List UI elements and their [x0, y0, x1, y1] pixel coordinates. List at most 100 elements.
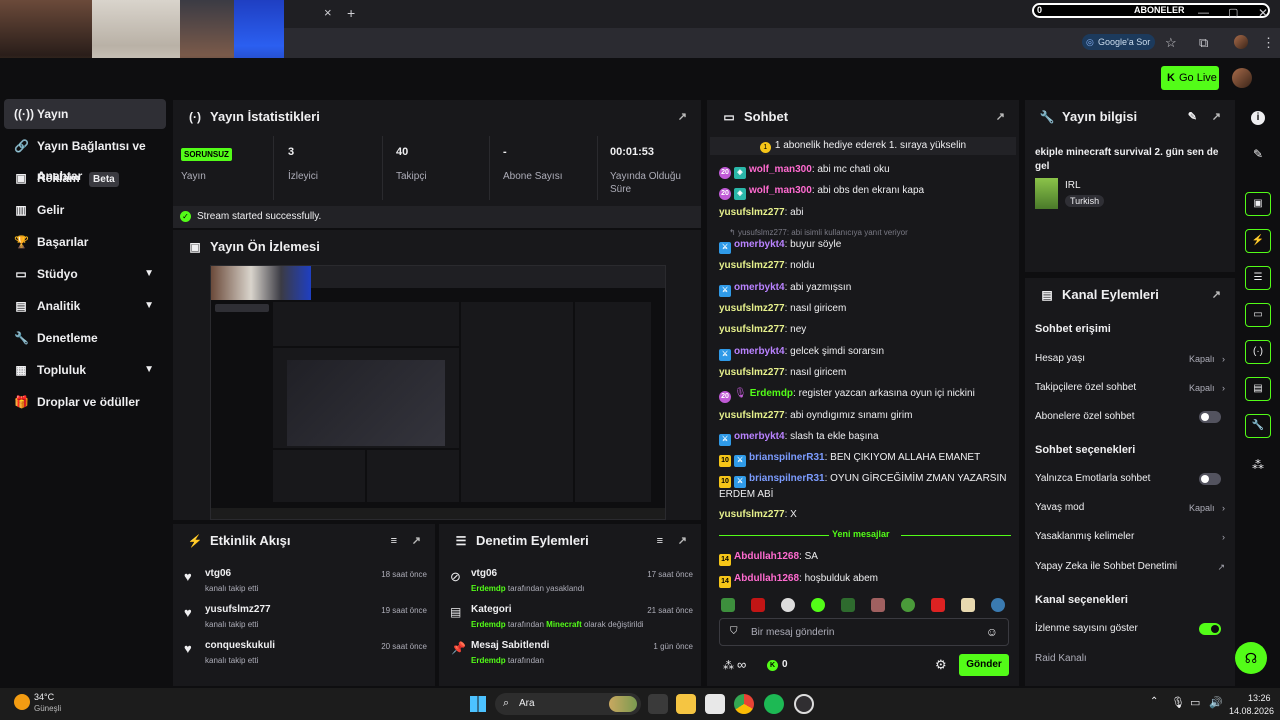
chat-settings-gear-icon[interactable]: ⚙ [935, 657, 947, 673]
obs-icon[interactable] [794, 694, 814, 714]
moderator-name[interactable]: Erdemdp [471, 584, 506, 593]
moderator-name[interactable]: Erdemdp [471, 656, 506, 665]
tab-close-icon[interactable]: × [324, 5, 332, 21]
chat-username[interactable]: yusufslmz277 [719, 207, 785, 218]
emote-icon[interactable] [961, 598, 975, 612]
monitor-icon[interactable]: ▭ [1190, 696, 1200, 709]
chat-username[interactable]: Erdemdp [750, 388, 793, 399]
extensions-icon[interactable]: ⧉ [1199, 35, 1208, 51]
chat-username[interactable]: yusufslmz277 [719, 324, 785, 335]
rail-chat-button[interactable]: ▭ [1245, 303, 1271, 327]
popout-icon[interactable]: ↗ [996, 100, 1005, 134]
emotes-only-toggle[interactable] [1199, 473, 1221, 485]
rail-tools-button[interactable]: 🔧 [1245, 414, 1271, 438]
sidebar-item-studio[interactable]: ▭ Stüdyo ▼ [4, 259, 166, 289]
file-explorer-icon[interactable] [676, 694, 696, 714]
subs-only-toggle[interactable] [1199, 411, 1221, 423]
sidebar-item-drops[interactable]: 🎁 Droplar ve ödüller [4, 387, 166, 417]
browser-menu-icon[interactable]: ⋮ [1262, 35, 1275, 51]
rail-stats-button[interactable]: (·) [1245, 340, 1271, 364]
support-button[interactable]: ☊ [1235, 642, 1267, 674]
activity-user[interactable]: yusufslmz277 [205, 604, 271, 615]
slow-mode-row[interactable]: Yavaş mod Kapalı › [1035, 501, 1225, 515]
filter-icon[interactable]: ≡ [391, 524, 397, 558]
show-viewers-toggle[interactable] [1199, 623, 1221, 635]
chat-username[interactable]: yusufslmz277 [719, 410, 785, 421]
new-tab-icon[interactable]: + [347, 5, 355, 21]
preview-video[interactable] [210, 265, 666, 520]
moderator-name[interactable]: Erdemdp [471, 620, 506, 629]
edit-pencil-icon[interactable]: ✎ [1188, 100, 1197, 134]
chrome-icon[interactable] [734, 694, 754, 714]
sidebar-item-analytics[interactable]: ▤ Analitik ▼ [4, 291, 166, 321]
activity-user[interactable]: vtg06 [205, 568, 231, 579]
emote-icon[interactable] [721, 598, 735, 612]
popout-icon[interactable]: ↗ [1212, 278, 1221, 312]
chat-username[interactable]: omerbykt4 [734, 346, 785, 357]
popout-icon[interactable]: ↗ [412, 524, 421, 558]
minimize-icon[interactable]: — [1198, 5, 1209, 21]
activity-user[interactable]: conqueskukuli [205, 640, 275, 651]
info-icon[interactable]: i [1251, 111, 1265, 125]
ask-google-button[interactable]: ◎ Google'a Sor [1082, 34, 1155, 50]
task-view-icon[interactable] [648, 694, 668, 714]
weather-widget[interactable]: 34°C Güneşli [14, 692, 74, 716]
go-live-button[interactable]: K Go Live [1161, 66, 1219, 90]
sidebar-item-community[interactable]: ▦ Topluluk ▼ [4, 355, 166, 385]
chat-username[interactable]: omerbykt4 [734, 431, 785, 442]
chat-username[interactable]: yusufslmz277 [719, 367, 785, 378]
sidebar-item-revenue[interactable]: ▥ Gelir [4, 195, 166, 225]
spotify-icon[interactable] [764, 694, 784, 714]
emote-icon[interactable] [991, 598, 1005, 612]
popout-icon[interactable]: ↗ [678, 100, 687, 134]
chat-username[interactable]: wolf_man300 [749, 164, 812, 175]
edit-pencil-icon[interactable]: ✎ [1253, 147, 1263, 161]
popout-icon[interactable]: ↗ [1212, 100, 1221, 134]
emote-icon[interactable] [811, 598, 825, 612]
chat-input[interactable]: ⛉ Bir mesaj gönderin ☺ [719, 618, 1009, 646]
clock-time[interactable]: 13:26 [1248, 693, 1271, 703]
chat-username[interactable]: omerbykt4 [734, 282, 785, 293]
category-name[interactable]: IRL [1065, 180, 1081, 191]
browser-profile-avatar[interactable] [1234, 35, 1248, 49]
user-avatar[interactable] [1232, 68, 1252, 88]
emoji-icon[interactable]: ☺ [986, 625, 998, 639]
emote-icon[interactable] [931, 598, 945, 612]
emote-icon[interactable] [841, 598, 855, 612]
clock-date[interactable]: 14.08.2026 [1229, 706, 1274, 716]
taskbar-search[interactable]: ⌕ Ara [495, 693, 641, 715]
windows-start-icon[interactable] [470, 696, 486, 712]
chat-username[interactable]: brianspilnerR31 [749, 473, 825, 484]
bookmark-star-icon[interactable]: ☆ [1165, 35, 1177, 51]
banned-words-row[interactable]: Yasaklanmış kelimeler › [1035, 530, 1225, 544]
emote-icon[interactable] [901, 598, 915, 612]
chat-username[interactable]: omerbykt4 [734, 239, 785, 250]
emote-icon[interactable] [871, 598, 885, 612]
sidebar-item-yayin[interactable]: ((·)) Yayın [4, 99, 166, 129]
emote-icon[interactable] [781, 598, 795, 612]
sidebar-item-moderation[interactable]: 🔧 Denetleme [4, 323, 166, 353]
chat-username[interactable]: yusufslmz277 [719, 260, 785, 271]
chat-username[interactable]: Abdullah1268 [734, 573, 799, 584]
window-close-icon[interactable]: ✕ [1258, 5, 1268, 21]
gift-banner[interactable]: 11 abonelik hediye ederek 1. sıraya yüks… [710, 137, 1016, 155]
ai-moderation-row[interactable]: Yapay Zeka ile Sohbet Denetimi ↗ [1035, 560, 1225, 574]
send-button[interactable]: Gönder [959, 654, 1009, 676]
chat-username[interactable]: yusufslmz277 [719, 303, 785, 314]
sidebar-item-stream-key[interactable]: 🔗 Yayın Bağlantısı ve Anahtar [4, 131, 166, 183]
followers-only-row[interactable]: Takipçilere özel sohbet Kapalı › [1035, 381, 1225, 395]
rail-channel-actions-button[interactable]: ▤ [1245, 377, 1271, 401]
chat-username[interactable]: brianspilnerR31 [749, 452, 825, 463]
volume-icon[interactable]: 🔊 [1209, 696, 1223, 709]
account-age-row[interactable]: Hesap yaşı Kapalı › [1035, 352, 1225, 366]
chat-username[interactable]: Abdullah1268 [734, 551, 799, 562]
chat-username[interactable]: yusufslmz277 [719, 509, 785, 520]
store-icon[interactable] [705, 694, 725, 714]
sidebar-item-achievements[interactable]: 🏆 Başarılar [4, 227, 166, 257]
rail-moderation-button[interactable]: ☰ [1245, 266, 1271, 290]
kick-points-icon[interactable]: ⁂ [1252, 458, 1264, 472]
sidebar-item-ads[interactable]: ▣ Reklam Beta [4, 163, 166, 193]
maximize-icon[interactable]: ▢ [1228, 5, 1238, 21]
shield-icon[interactable]: ⛉ [730, 626, 738, 637]
rail-stream-info-button[interactable]: ▣ [1245, 192, 1271, 216]
